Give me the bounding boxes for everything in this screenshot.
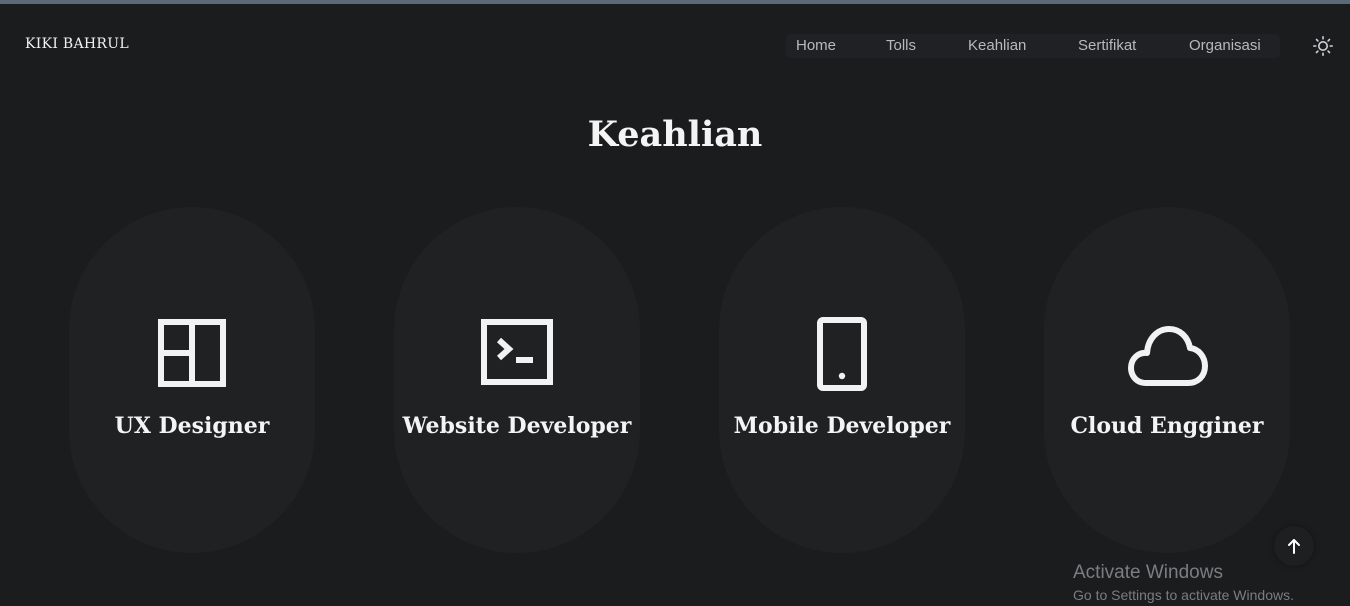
- browser-top-strip: [0, 0, 1350, 4]
- sun-icon: [1312, 35, 1334, 57]
- nav-tolls[interactable]: Tolls: [886, 37, 916, 54]
- terminal-icon: [481, 319, 553, 385]
- brand-logo[interactable]: KIKI BAHRUL: [25, 36, 129, 52]
- nav-sertifikat[interactable]: Sertifikat: [1078, 37, 1136, 54]
- skill-card-label: Cloud Engginer: [1070, 413, 1264, 439]
- section-title: Keahlian: [587, 114, 763, 155]
- skill-card-cloud-engginer: Cloud Engginer: [1044, 207, 1290, 553]
- layout-icon: [158, 319, 226, 387]
- smartphone-icon: [817, 317, 867, 391]
- activate-windows-title: Activate Windows: [1073, 562, 1223, 583]
- skill-card-website-developer: Website Developer: [394, 207, 640, 553]
- skill-card-label: UX Designer: [114, 413, 270, 439]
- nav-home[interactable]: Home: [796, 37, 836, 54]
- skill-card-mobile-developer: Mobile Developer: [719, 207, 965, 553]
- nav-organisasi[interactable]: Organisasi: [1189, 37, 1261, 54]
- main-nav: Home Tolls Keahlian Sertifikat Organisas…: [786, 34, 1280, 58]
- activate-windows-subtitle: Go to Settings to activate Windows.: [1073, 587, 1294, 603]
- theme-toggle-button[interactable]: [1312, 35, 1334, 57]
- nav-keahlian[interactable]: Keahlian: [968, 37, 1026, 54]
- back-to-top-button[interactable]: [1274, 526, 1314, 566]
- cloud-icon: [1128, 326, 1208, 386]
- skill-card-label: Website Developer: [402, 413, 632, 439]
- skill-card-ux-designer: UX Designer: [69, 207, 315, 553]
- arrow-up-icon: [1288, 539, 1300, 554]
- skill-card-label: Mobile Developer: [733, 413, 951, 439]
